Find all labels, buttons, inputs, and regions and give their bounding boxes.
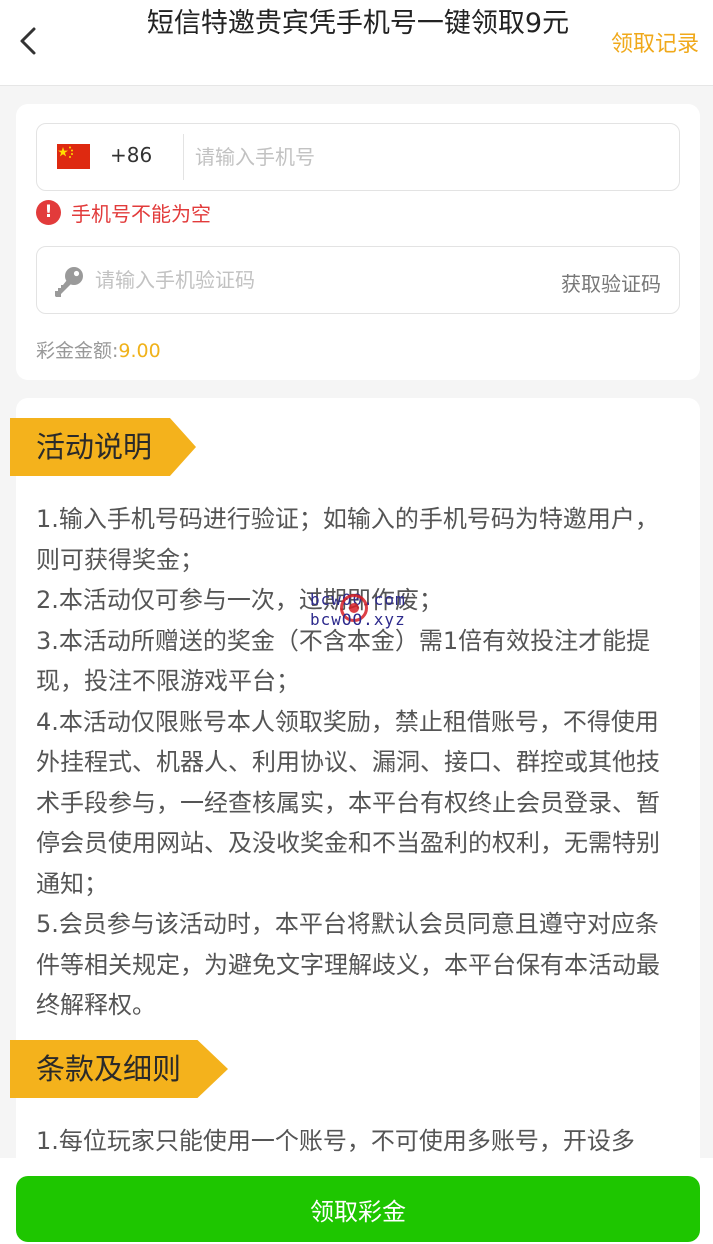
claim-form-card: +86 ! 手机号不能为空 获取验证码 彩金金额:9.00 xyxy=(16,104,700,380)
country-code[interactable]: +86 xyxy=(110,143,152,167)
bonus-value: 9.00 xyxy=(118,340,161,362)
activity-line: 5.会员参与该活动时，本平台将默认会员同意且遵守对应条件等相关规定，为避免文字理… xyxy=(36,910,660,1019)
page-title: 短信特邀贵宾凭手机号一键领取9元 xyxy=(146,8,570,39)
bonus-label: 彩金金额: xyxy=(36,340,119,362)
terms-section-title: 条款及细则 xyxy=(10,1040,228,1098)
activity-line: 4.本活动仅限账号本人领取奖励，禁止租借账号，不得使用外挂程式、机器人、利用协议… xyxy=(36,707,660,898)
phone-input[interactable] xyxy=(195,136,665,178)
get-code-button[interactable]: 获取验证码 xyxy=(561,268,661,297)
bottom-bar: 领取彩金 xyxy=(0,1158,713,1244)
china-flag-icon xyxy=(57,144,90,169)
bonus-amount-row: 彩金金额:9.00 xyxy=(36,336,161,363)
terms-line: 1.每位玩家只能使用一个账号，不可使用多账号，开设多 xyxy=(36,1127,635,1155)
phone-error-row: ! 手机号不能为空 xyxy=(36,198,211,226)
activity-line: 1.输入手机号码进行验证；如输入的手机号码为特邀用户，则可获得奖金； xyxy=(36,505,659,574)
phone-field-box: +86 xyxy=(36,123,680,191)
exclamation-circle-icon: ! xyxy=(36,199,61,225)
activity-line: 3.本活动所赠送的奖金（不含本金）需1倍有效投注才能提现，投注不限游戏平台； xyxy=(36,626,651,696)
chevron-left-icon[interactable] xyxy=(14,24,44,58)
activity-section-title: 活动说明 xyxy=(10,418,196,476)
activity-description: 1.输入手机号码进行验证；如输入的手机号码为特邀用户，则可获得奖金； 2.本活动… xyxy=(36,499,676,1026)
claim-record-link[interactable]: 领取记录 xyxy=(611,26,699,58)
code-field-box: 获取验证码 xyxy=(36,246,680,314)
header-bar: 短信特邀贵宾凭手机号一键领取9元 领取记录 xyxy=(0,0,713,86)
verification-code-input[interactable] xyxy=(95,259,535,301)
activity-line: 2.本活动仅可参与一次，过期即作废； xyxy=(36,586,443,614)
phone-divider xyxy=(183,134,184,180)
claim-bonus-button[interactable]: 领取彩金 xyxy=(16,1176,700,1242)
phone-error-text: 手机号不能为空 xyxy=(71,201,211,226)
key-icon xyxy=(55,267,83,297)
terms-description: 1.每位玩家只能使用一个账号，不可使用多账号，开设多 xyxy=(36,1121,676,1162)
